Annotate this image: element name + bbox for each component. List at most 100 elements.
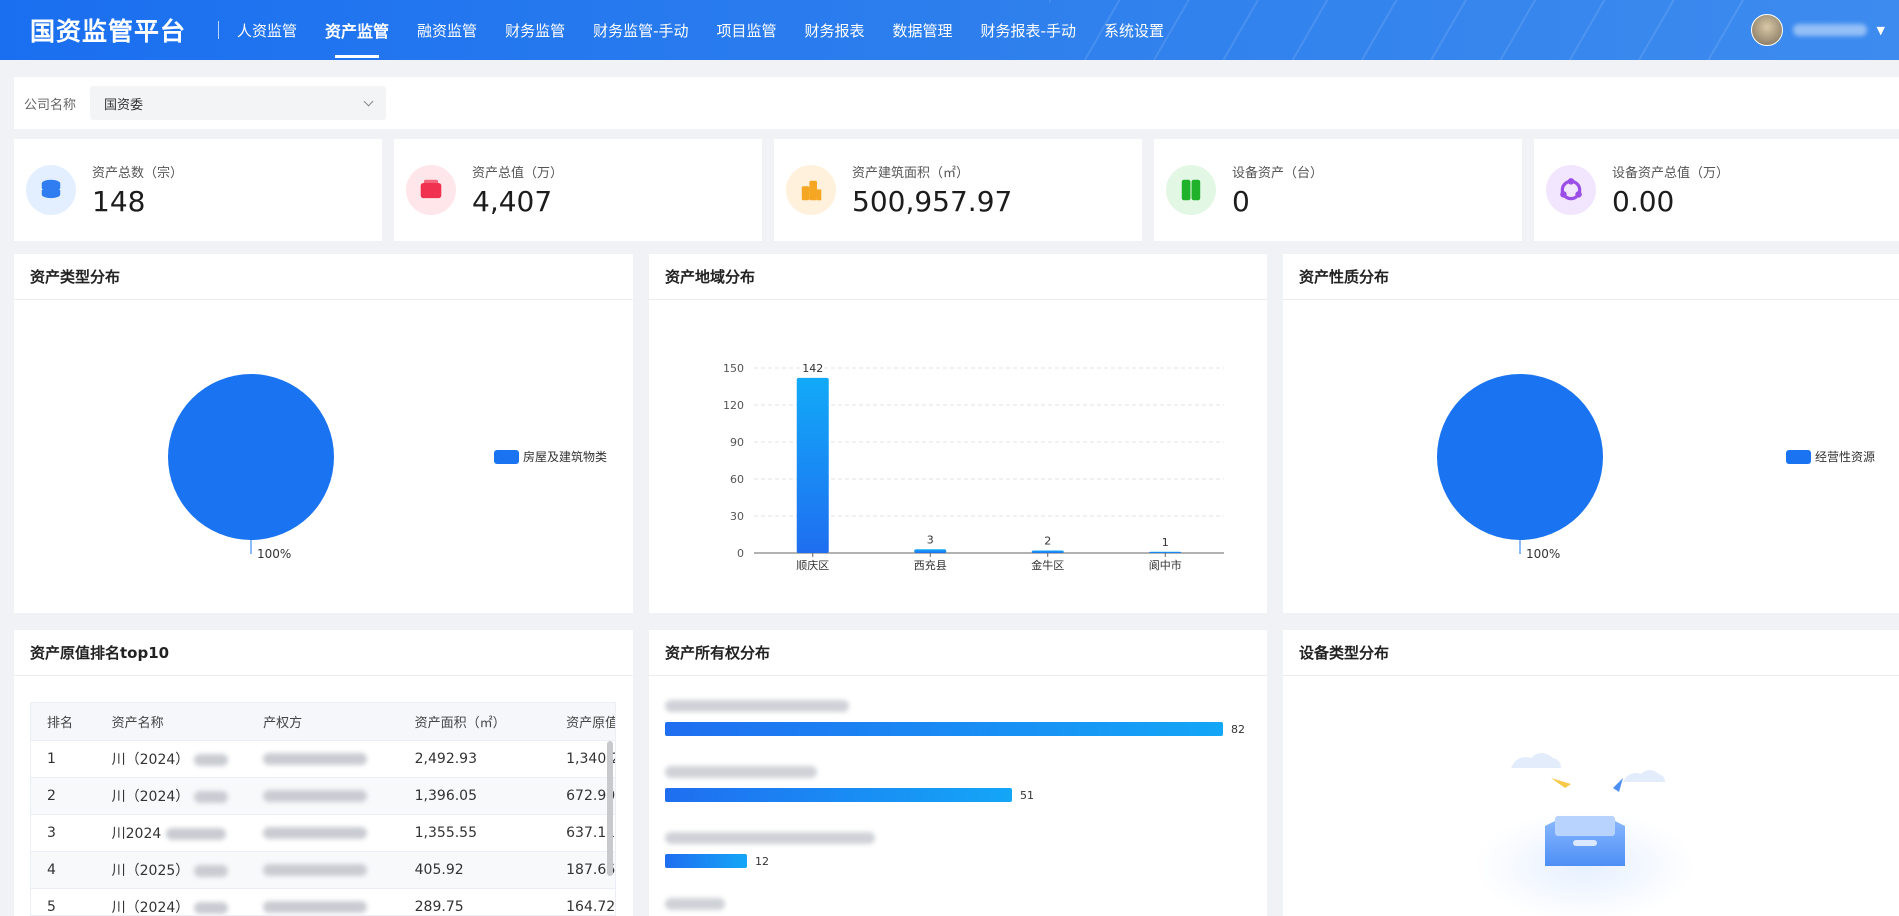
chevron-down-icon <box>363 96 374 106</box>
area-cell: 1,396.05 <box>398 776 551 814</box>
pie-slice-label: 100% <box>257 547 291 561</box>
column-header[interactable]: 资产名称 <box>95 703 248 740</box>
ranking-table-container[interactable]: 排名 资产名称 产权方 资产面积（㎡） 资产原值 1 川（2024） 2,492.93 1,… <box>30 702 616 916</box>
stat-card: 资产总数（宗） 148 <box>14 139 382 241</box>
stat-label: 资产总值（万） <box>472 166 564 181</box>
x-tick-label: 阆中市 <box>1149 558 1182 572</box>
company-select[interactable]: 国资委 <box>90 86 387 120</box>
wallet-icon <box>406 165 456 215</box>
redacted-owner-name <box>665 766 817 778</box>
owner-cell <box>247 739 399 777</box>
ranking-panel: 资产原值排名top10 排名 资产名称 产权方 资产面积（㎡） 资产原值 1 川（2024… <box>14 630 633 916</box>
asset-name-text: 川（2024） <box>111 788 190 805</box>
ownership-value: 82 <box>1231 722 1245 736</box>
x-tick-label: 金牛区 <box>1031 558 1064 572</box>
table-row[interactable]: 1 川（2024） 2,492.93 1,340.2 <box>31 739 615 777</box>
ownership-bar-line: 12 <box>665 854 875 868</box>
y-tick-label: 0 <box>737 547 744 560</box>
y-tick-label: 30 <box>730 510 744 523</box>
legend-label: 经营性资源 <box>1815 450 1876 464</box>
legend-swatch <box>494 449 519 464</box>
bar-value-label: 1 <box>1162 536 1169 549</box>
ranking-title: 资产原值排名top10 <box>14 630 633 676</box>
rank-cell: 1 <box>31 739 96 777</box>
asset-name-cell: 川（2024） <box>95 887 248 916</box>
nav-item-8[interactable]: 财务报表-手动 <box>981 0 1076 60</box>
avatar[interactable] <box>1750 14 1783 46</box>
stat-value: 4,407 <box>472 185 553 218</box>
nav-item-7[interactable]: 数据管理 <box>893 0 953 60</box>
table-row[interactable]: 3 川2024 1,355.55 637.11 <box>31 813 615 851</box>
redacted-text <box>263 826 368 839</box>
nav-item-5[interactable]: 项目监管 <box>717 0 777 60</box>
bar[interactable] <box>1031 550 1064 553</box>
table-row[interactable]: 5 川（2024） 289.75 164.72 <box>31 887 615 916</box>
rank-cell: 5 <box>31 887 96 915</box>
main-nav: 人资监管 资产监管 融资监管 财务监管 财务监管-手动 项目监管 财务报表 数据管理 财务报表-… <box>237 0 1192 60</box>
stat-card: 设备资产（台） 0 <box>1154 139 1522 241</box>
equipment-value-icon <box>1546 165 1596 215</box>
ownership-bar[interactable] <box>665 854 747 868</box>
nav-item-3[interactable]: 财务监管 <box>505 0 565 60</box>
column-header[interactable]: 资产原值 <box>550 703 615 740</box>
nav-item-0[interactable]: 人资监管 <box>237 0 297 60</box>
legend-item[interactable]: 经营性资源 <box>1786 448 1875 465</box>
owner-cell <box>247 887 399 915</box>
redacted-owner-name <box>665 832 875 844</box>
ownership-row: 82 <box>665 700 1245 736</box>
asset-name-text: 川2024 <box>111 825 162 842</box>
rank-cell: 4 <box>31 850 96 888</box>
user-menu[interactable]: ▼ <box>1750 14 1885 46</box>
pie-slice[interactable] <box>168 374 334 540</box>
ownership-value: 51 <box>1020 788 1034 802</box>
column-header[interactable]: 资产面积（㎡） <box>398 703 551 740</box>
ownership-row: 51 <box>665 766 1034 802</box>
bar[interactable] <box>914 549 947 553</box>
column-header[interactable]: 排名 <box>31 703 96 740</box>
asset-nature-panel: 资产性质分布 100% 经营性资源 <box>1283 254 1899 613</box>
caret-down-icon[interactable]: ▼ <box>1877 24 1885 37</box>
nav-item-9[interactable]: 系统设置 <box>1104 0 1164 60</box>
bar[interactable] <box>1149 551 1182 553</box>
owner-cell <box>247 776 399 814</box>
pie-slice-label: 100% <box>1526 547 1560 561</box>
nav-item-2[interactable]: 融资监管 <box>417 0 477 60</box>
ownership-bar[interactable] <box>665 788 1012 802</box>
nav-item-1[interactable]: 资产监管 <box>325 0 389 60</box>
device-type-panel: 设备类型分布 <box>1283 630 1899 916</box>
bar[interactable] <box>796 377 829 553</box>
bar-value-label: 3 <box>927 533 934 546</box>
redacted-text <box>165 827 226 840</box>
asset-region-panel: 资产地域分布 0 30 60 90 120 150 142 顺庆区 3 西充县 2 金牛区 1 阆中市 <box>649 254 1267 613</box>
redacted-text <box>193 901 228 914</box>
stat-label: 资产建筑面积（㎡） <box>852 166 970 181</box>
stat-value: 148 <box>92 185 146 218</box>
asset-name-text: 川（2024） <box>111 899 190 916</box>
ownership-title: 资产所有权分布 <box>649 630 1267 676</box>
stat-card: 设备资产总值（万） 0.00 <box>1534 139 1899 241</box>
table-row[interactable]: 4 川（2025） 405.92 187.66 <box>31 850 615 888</box>
stat-card: 资产建筑面积（㎡） 500,957.97 <box>774 139 1142 241</box>
stat-text: 设备资产总值（万） 0.00 <box>1612 162 1729 218</box>
redacted-owner-name <box>665 898 725 910</box>
nav-item-6[interactable]: 财务报表 <box>805 0 865 60</box>
table-scrollbar[interactable] <box>607 741 613 876</box>
stat-label: 设备资产（台） <box>1232 166 1324 181</box>
owner-cell <box>247 813 399 851</box>
legend-item[interactable]: 房屋及建筑物类 <box>494 448 607 465</box>
username-redacted <box>1792 24 1867 36</box>
filter-bar: 公司名称 国资委 <box>14 77 1899 129</box>
redacted-text <box>263 863 368 876</box>
asset-type-panel: 资产类型分布 100% 房屋及建筑物类 <box>14 254 633 613</box>
company-filter-label: 公司名称 <box>24 97 77 113</box>
asset-name-cell: 川（2024） <box>95 739 248 777</box>
column-header[interactable]: 产权方 <box>247 703 399 740</box>
stat-text: 资产建筑面积（㎡） 500,957.97 <box>852 162 1012 218</box>
pie-slice[interactable] <box>1437 374 1603 540</box>
owner-cell <box>247 850 399 888</box>
asset-name-cell: 川（2024） <box>95 776 248 814</box>
nav-item-4[interactable]: 财务监管-手动 <box>593 0 688 60</box>
rank-cell: 2 <box>31 776 96 814</box>
ownership-bar[interactable] <box>665 722 1223 736</box>
table-row[interactable]: 2 川（2024） 1,396.05 672.90 <box>31 776 615 814</box>
